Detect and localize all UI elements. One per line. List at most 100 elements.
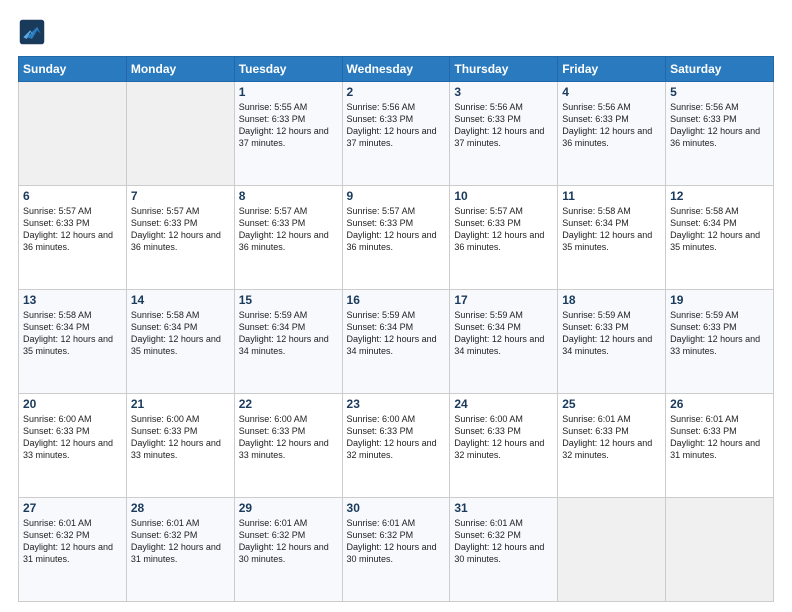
day-info: Sunrise: 6:00 AM Sunset: 6:33 PM Dayligh… [454,413,553,462]
day-number: 17 [454,293,553,307]
day-number: 20 [23,397,122,411]
day-info: Sunrise: 5:57 AM Sunset: 6:33 PM Dayligh… [454,205,553,254]
day-info: Sunrise: 5:56 AM Sunset: 6:33 PM Dayligh… [670,101,769,150]
calendar-cell: 14Sunrise: 5:58 AM Sunset: 6:34 PM Dayli… [126,290,234,394]
calendar-cell: 23 Sunrise: 6:00 AM Sunset: 6:33 PM Dayli… [342,394,450,498]
day-number: 1 [239,85,338,99]
day-number: 9 [347,189,446,203]
calendar-week-row: 13 Sunrise: 5:58 AM Sunset: 6:34 PM Dayli… [19,290,774,394]
weekday-header: Sunday [19,57,127,82]
calendar-cell: 27Sunrise: 6:01 AM Sunset: 6:32 PM Dayli… [19,498,127,602]
calendar-cell [19,82,127,186]
day-number: 27 [23,501,122,515]
day-number: 3 [454,85,553,99]
day-info: Sunrise: 5:58 AM Sunset: 6:34 PM Dayligh… [131,309,230,358]
day-info: Sunrise: 6:00 AM Sunset: 6:33 PM Dayligh… [239,413,338,462]
day-number: 7 [131,189,230,203]
day-info: Sunrise: 6:01 AM Sunset: 6:32 PM Dayligh… [454,517,553,566]
calendar-cell: 28 Sunrise: 6:01 AM Sunset: 6:32 PM Dayli… [126,498,234,602]
day-number: 30 [347,501,446,515]
day-info: Sunrise: 5:58 AM Sunset: 6:34 PM Dayligh… [670,205,769,254]
calendar-cell [558,498,666,602]
day-number: 31 [454,501,553,515]
day-number: 8 [239,189,338,203]
weekday-header: Tuesday [234,57,342,82]
weekday-header: Monday [126,57,234,82]
calendar-cell: 13 Sunrise: 5:58 AM Sunset: 6:34 PM Dayli… [19,290,127,394]
calendar-cell: 7 Sunrise: 5:57 AM Sunset: 6:33 PM Daylig… [126,186,234,290]
calendar-cell: 6Sunrise: 5:57 AM Sunset: 6:33 PM Daylig… [19,186,127,290]
day-number: 4 [562,85,661,99]
calendar-cell: 17 Sunrise: 5:59 AM Sunset: 6:34 PM Dayli… [450,290,558,394]
day-info: Sunrise: 5:58 AM Sunset: 6:34 PM Dayligh… [23,309,122,358]
day-number: 25 [562,397,661,411]
day-info: Sunrise: 6:00 AM Sunset: 6:33 PM Dayligh… [347,413,446,462]
day-info: Sunrise: 5:58 AM Sunset: 6:34 PM Dayligh… [562,205,661,254]
day-number: 19 [670,293,769,307]
day-number: 2 [347,85,446,99]
calendar-cell: 12 Sunrise: 5:58 AM Sunset: 6:34 PM Dayli… [666,186,774,290]
calendar-cell: 18Sunrise: 5:59 AM Sunset: 6:33 PM Dayli… [558,290,666,394]
weekday-header: Friday [558,57,666,82]
day-number: 22 [239,397,338,411]
calendar-cell: 11Sunrise: 5:58 AM Sunset: 6:34 PM Dayli… [558,186,666,290]
calendar-cell: 30 Sunrise: 6:01 AM Sunset: 6:32 PM Dayli… [342,498,450,602]
logo-icon [18,18,46,46]
calendar-week-row: 1Sunrise: 5:55 AM Sunset: 6:33 PM Daylig… [19,82,774,186]
calendar-cell: 20Sunrise: 6:00 AM Sunset: 6:33 PM Dayli… [19,394,127,498]
page: SundayMondayTuesdayWednesdayThursdayFrid… [0,0,792,612]
calendar-cell: 4 Sunrise: 5:56 AM Sunset: 6:33 PM Daylig… [558,82,666,186]
day-number: 21 [131,397,230,411]
calendar-cell: 3 Sunrise: 5:56 AM Sunset: 6:33 PM Daylig… [450,82,558,186]
day-info: Sunrise: 5:56 AM Sunset: 6:33 PM Dayligh… [454,101,553,150]
day-number: 26 [670,397,769,411]
day-number: 15 [239,293,338,307]
calendar-cell: 26 Sunrise: 6:01 AM Sunset: 6:33 PM Dayli… [666,394,774,498]
day-info: Sunrise: 6:01 AM Sunset: 6:32 PM Dayligh… [347,517,446,566]
calendar-cell: 22 Sunrise: 6:00 AM Sunset: 6:33 PM Dayli… [234,394,342,498]
day-number: 13 [23,293,122,307]
day-info: Sunrise: 5:56 AM Sunset: 6:33 PM Dayligh… [562,101,661,150]
calendar-cell [126,82,234,186]
day-info: Sunrise: 6:01 AM Sunset: 6:33 PM Dayligh… [562,413,661,462]
logo [18,18,50,46]
day-number: 28 [131,501,230,515]
day-number: 10 [454,189,553,203]
day-number: 24 [454,397,553,411]
day-number: 12 [670,189,769,203]
calendar-header-row: SundayMondayTuesdayWednesdayThursdayFrid… [19,57,774,82]
calendar-cell: 19Sunrise: 5:59 AM Sunset: 6:33 PM Dayli… [666,290,774,394]
calendar-cell: 1Sunrise: 5:55 AM Sunset: 6:33 PM Daylig… [234,82,342,186]
calendar-cell: 29 Sunrise: 6:01 AM Sunset: 6:32 PM Dayli… [234,498,342,602]
day-info: Sunrise: 5:57 AM Sunset: 6:33 PM Dayligh… [131,205,230,254]
calendar-week-row: 27 Sunrise: 6:01 AM Sunset: 6:32 PM Dayli… [19,498,774,602]
day-info: Sunrise: 5:59 AM Sunset: 6:34 PM Dayligh… [454,309,553,358]
day-number: 5 [670,85,769,99]
calendar-week-row: 20 Sunrise: 6:00 AM Sunset: 6:33 PM Dayli… [19,394,774,498]
weekday-header: Saturday [666,57,774,82]
day-number: 29 [239,501,338,515]
calendar-cell: 25 Sunrise: 6:01 AM Sunset: 6:33 PM Dayli… [558,394,666,498]
calendar-week-row: 6 Sunrise: 5:57 AM Sunset: 6:33 PM Daylig… [19,186,774,290]
header [18,18,774,46]
calendar-cell: 9 Sunrise: 5:57 AM Sunset: 6:33 PM Daylig… [342,186,450,290]
calendar-cell: 5 Sunrise: 5:56 AM Sunset: 6:33 PM Daylig… [666,82,774,186]
day-info: Sunrise: 5:59 AM Sunset: 6:34 PM Dayligh… [239,309,338,358]
day-info: Sunrise: 5:57 AM Sunset: 6:33 PM Dayligh… [347,205,446,254]
day-info: Sunrise: 6:01 AM Sunset: 6:32 PM Dayligh… [131,517,230,566]
calendar-cell: 10 Sunrise: 5:57 AM Sunset: 6:33 PM Dayli… [450,186,558,290]
day-info: Sunrise: 6:01 AM Sunset: 6:33 PM Dayligh… [670,413,769,462]
day-info: Sunrise: 5:59 AM Sunset: 6:34 PM Dayligh… [347,309,446,358]
calendar-cell: 24 Sunrise: 6:00 AM Sunset: 6:33 PM Dayli… [450,394,558,498]
weekday-header: Wednesday [342,57,450,82]
calendar-cell [666,498,774,602]
day-info: Sunrise: 5:56 AM Sunset: 6:33 PM Dayligh… [347,101,446,150]
day-number: 23 [347,397,446,411]
day-number: 6 [23,189,122,203]
day-info: Sunrise: 6:01 AM Sunset: 6:32 PM Dayligh… [239,517,338,566]
calendar-cell: 21 Sunrise: 6:00 AM Sunset: 6:33 PM Dayli… [126,394,234,498]
day-info: Sunrise: 6:00 AM Sunset: 6:33 PM Dayligh… [131,413,230,462]
day-number: 18 [562,293,661,307]
calendar-cell: 16Sunrise: 5:59 AM Sunset: 6:34 PM Dayli… [342,290,450,394]
calendar-cell: 2 Sunrise: 5:56 AM Sunset: 6:33 PM Daylig… [342,82,450,186]
